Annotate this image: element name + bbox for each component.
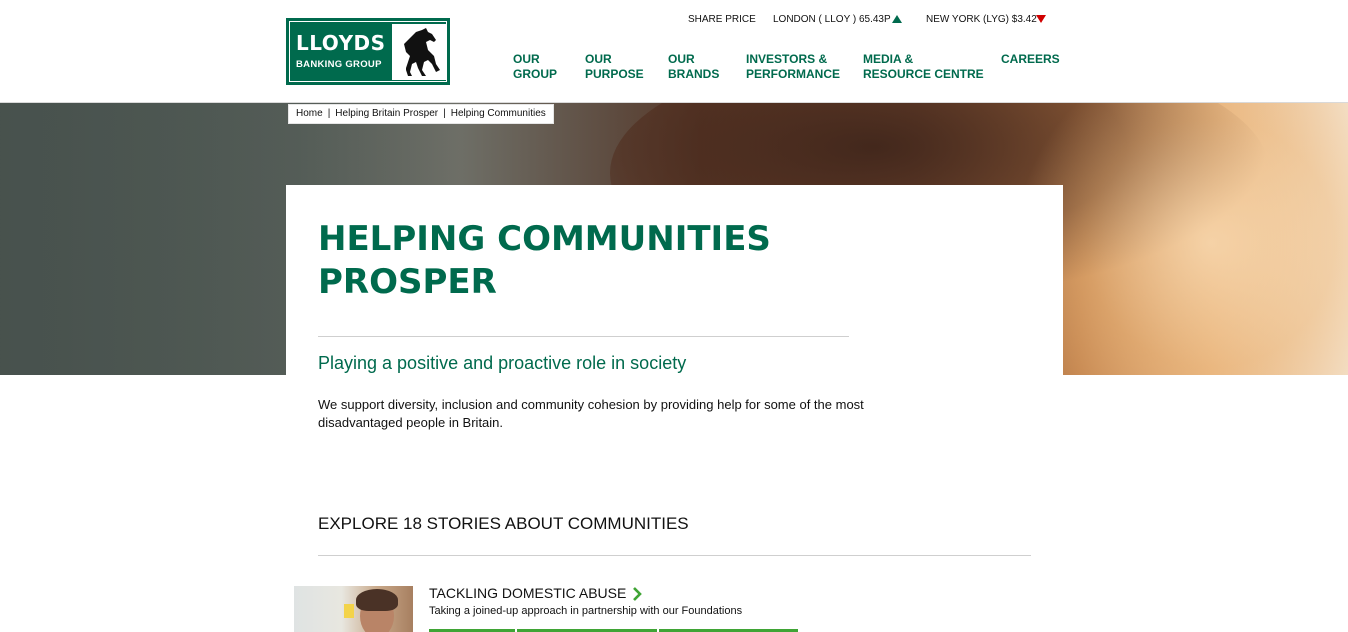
breadcrumb: Home | Helping Britain Prosper | Helping Com…: [288, 104, 554, 124]
nav-label-line2: PERFORMANCE: [746, 67, 841, 81]
breadcrumb-current: Helping Communities: [450, 108, 546, 119]
nav-label-line1: OUR: [513, 52, 540, 66]
black-horse-icon: [392, 24, 446, 80]
chevron-right-icon[interactable]: [632, 587, 643, 601]
story-title-link[interactable]: TACKLING DOMESTIC ABUSE: [429, 585, 626, 601]
page-title-line2: PROSPER: [318, 262, 497, 302]
page-subtitle: Playing a positive and proactive role in…: [318, 353, 687, 373]
nav-label-line1: OUR: [668, 52, 695, 66]
nav-label-line1: INVESTORS &: [746, 52, 828, 66]
explore-heading: EXPLORE 18 STORIES ABOUT COMMUNITIES: [318, 514, 689, 533]
lloyds-logo[interactable]: LLOYDS BANKING GROUP: [286, 18, 450, 85]
breadcrumb-separator: |: [443, 108, 446, 119]
nav-label-line2: GROUP: [513, 67, 558, 81]
nav-label-line1: MEDIA &: [863, 52, 914, 66]
intro-text: We support diversity, inclusion and comm…: [318, 397, 864, 430]
newyork-share-price[interactable]: NEW YORK (LYG) $3.42: [926, 14, 1037, 25]
logo-title: LLOYDS: [296, 31, 386, 55]
logo-subtitle: BANKING GROUP: [296, 59, 382, 70]
divider: [318, 336, 849, 337]
nav-investors-performance[interactable]: INVESTORS & PERFORMANCE: [746, 52, 840, 82]
nav-our-purpose[interactable]: OUR PURPOSE: [585, 52, 644, 82]
story-thumbnail[interactable]: [294, 586, 413, 632]
site-header: LLOYDS BANKING GROUP SHARE PRICE LONDON …: [0, 0, 1348, 103]
breadcrumb-home[interactable]: Home: [296, 108, 323, 119]
breadcrumb-separator: |: [327, 108, 331, 119]
london-share-price[interactable]: LONDON ( LLOY ) 65.43P: [773, 14, 891, 25]
share-price-label: SHARE PRICE: [688, 14, 756, 25]
story-description: Taking a joined-up approach in partnersh…: [429, 605, 743, 617]
nav-our-brands[interactable]: OUR BRANDS: [668, 52, 719, 82]
page-title-line1: HELPING COMMUNITIES: [318, 219, 771, 259]
nav-label-line1: OUR: [585, 52, 612, 66]
nav-media-resource-centre[interactable]: MEDIA & RESOURCE CENTRE: [863, 52, 984, 82]
divider: [318, 555, 1031, 556]
nav-label-line2: RESOURCE CENTRE: [863, 67, 984, 81]
logo-frame: LLOYDS BANKING GROUP: [289, 21, 447, 82]
breadcrumb-helping-britain-prosper[interactable]: Helping Britain Prosper: [335, 108, 438, 119]
nav-label-line1: CAREERS: [1001, 52, 1060, 66]
price-up-icon: [892, 15, 902, 23]
nav-our-group[interactable]: OUR GROUP: [513, 52, 557, 82]
nav-label-line2: BRANDS: [668, 67, 720, 81]
price-down-icon: [1036, 15, 1046, 23]
nav-careers[interactable]: CAREERS: [1001, 52, 1060, 67]
nav-label-line2: PURPOSE: [585, 67, 644, 81]
page-title: HELPING COMMUNITIES PROSPER: [318, 218, 878, 304]
page: LLOYDS BANKING GROUP SHARE PRICE LONDON …: [0, 0, 1348, 632]
